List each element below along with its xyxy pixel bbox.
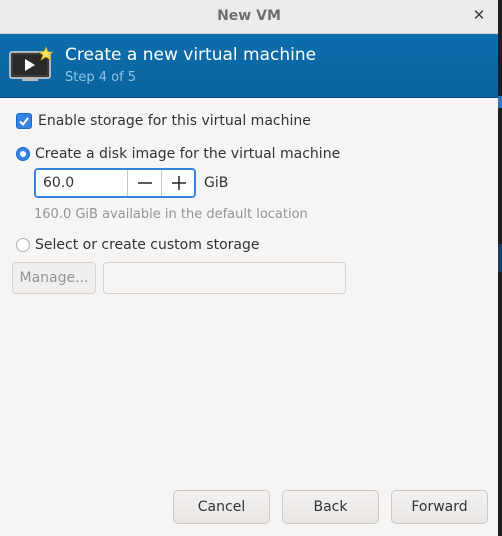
disk-image-radio[interactable] (16, 147, 30, 161)
titlebar: New VM ✕ (0, 0, 498, 34)
increment-button[interactable] (161, 170, 196, 196)
available-space-text: 160.0 GiB available in the default locat… (34, 207, 308, 222)
new-vm-dialog: New VM ✕ Create a new virtual machine St… (0, 0, 502, 536)
background-window-edge (498, 0, 502, 536)
custom-storage-radio[interactable] (16, 238, 30, 252)
cancel-button[interactable]: Cancel (173, 490, 270, 524)
disk-size-input[interactable]: 60.0 (43, 175, 74, 191)
enable-storage-label: Enable storage for this virtual machine (38, 113, 311, 129)
back-button[interactable]: Back (282, 490, 379, 524)
disk-size-unit: GiB (204, 175, 229, 191)
disk-image-option[interactable]: Create a disk image for the virtual mach… (16, 146, 340, 162)
disk-size-spinbutton[interactable]: 60.0 (34, 168, 196, 198)
enable-storage-row[interactable]: Enable storage for this virtual machine (16, 113, 311, 129)
wizard-title: Create a new virtual machine (65, 45, 317, 65)
custom-storage-path-input[interactable] (103, 262, 346, 294)
forward-button[interactable]: Forward (391, 490, 488, 524)
vm-monitor-play-star-icon (8, 46, 56, 84)
enable-storage-checkbox[interactable] (16, 113, 32, 129)
decrement-button[interactable] (127, 170, 162, 196)
wizard-step: Step 4 of 5 (65, 70, 137, 85)
disk-image-label: Create a disk image for the virtual mach… (35, 146, 341, 162)
custom-storage-option[interactable]: Select or create custom storage (16, 237, 260, 253)
plus-icon (172, 176, 186, 190)
check-icon (19, 117, 29, 127)
wizard-header: Create a new virtual machine Step 4 of 5 (0, 34, 498, 98)
minus-icon (138, 182, 152, 184)
manage-button[interactable]: Manage... (12, 262, 96, 294)
window-title: New VM (217, 8, 281, 24)
custom-storage-label: Select or create custom storage (35, 237, 260, 253)
close-icon[interactable]: ✕ (470, 6, 488, 24)
